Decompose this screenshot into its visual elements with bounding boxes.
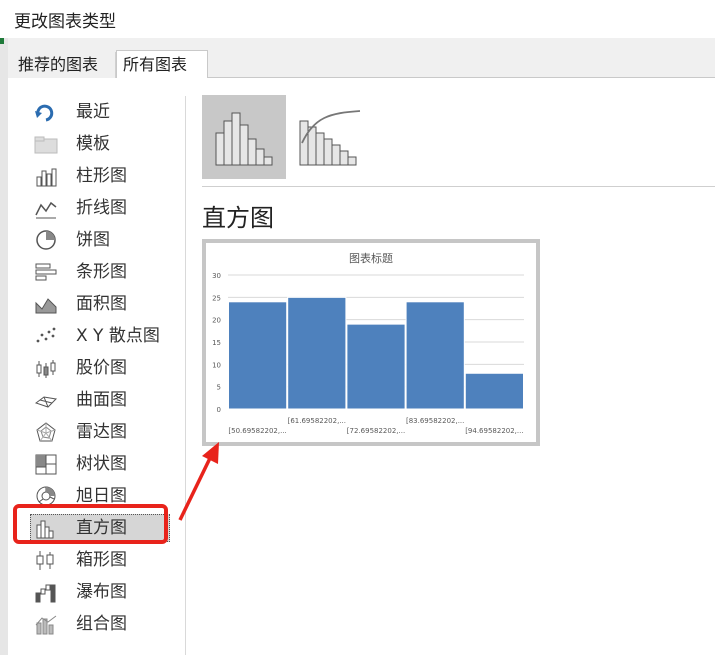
pareto-subtype-icon xyxy=(299,110,361,166)
sidebar-item-label: 条形图 xyxy=(76,262,127,282)
sidebar-item-label: 柱形图 xyxy=(76,166,127,186)
surface-chart-icon xyxy=(34,396,58,408)
sidebar-item-bar-chart[interactable]: 条形图 xyxy=(22,258,172,286)
sidebar-item-label: 最近 xyxy=(76,102,110,122)
sidebar-item-label: 箱形图 xyxy=(76,550,127,570)
sidebar-item-label: 饼图 xyxy=(76,230,110,250)
x-tick-label: [50.69582202,... xyxy=(228,427,286,435)
scatter-chart-icon xyxy=(36,327,56,343)
sidebar-item-area-chart[interactable]: 面积图 xyxy=(22,290,172,318)
y-tick-label: 15 xyxy=(212,339,221,347)
sidebar-item-label: X Y 散点图 xyxy=(76,326,160,346)
bar-chart-icon xyxy=(35,263,57,281)
sidebar-item-column-chart[interactable]: 柱形图 xyxy=(22,162,172,190)
sidebar-item-pie-chart[interactable]: 饼图 xyxy=(22,226,172,254)
sidebar-item-scatter-chart[interactable]: X Y 散点图 xyxy=(22,322,172,350)
sidebar-item-waterfall-chart[interactable]: 瀑布图 xyxy=(22,578,172,606)
sidebar-item-label: 雷达图 xyxy=(76,422,127,442)
histogram-subtype-icon xyxy=(215,112,273,166)
tab-all-charts[interactable]: 所有图表 xyxy=(116,50,208,78)
sidebar-item-line-chart[interactable]: 折线图 xyxy=(22,194,172,222)
chart-type-heading: 直方图 xyxy=(202,204,274,232)
sidebar-item-surface-chart[interactable]: 曲面图 xyxy=(22,386,172,414)
window-title: 更改图表类型 xyxy=(14,12,116,32)
sidebar-item-label: 面积图 xyxy=(76,294,127,314)
x-tick-label: [83.69582202,... xyxy=(406,417,464,425)
y-tick-label: 10 xyxy=(212,361,221,369)
annotation-arrow xyxy=(178,442,219,521)
x-tick-label: [94.69582202,... xyxy=(465,427,523,435)
subtype-divider xyxy=(202,186,715,187)
box-chart-icon xyxy=(36,551,54,570)
sidebar-item-label: 股价图 xyxy=(76,358,127,378)
y-tick-label: 5 xyxy=(217,384,221,392)
sidebar-item-label: 曲面图 xyxy=(76,390,127,410)
folder-icon xyxy=(34,136,58,154)
combo-chart-icon xyxy=(35,615,57,635)
sidebar-item-label: 模板 xyxy=(76,134,110,154)
stock-chart-icon xyxy=(36,360,56,378)
sidebar-item-label: 组合图 xyxy=(76,614,127,634)
histogram-bar xyxy=(346,323,406,410)
line-chart-icon xyxy=(35,201,57,219)
sidebar-item-folder[interactable]: 模板 xyxy=(22,130,172,158)
sidebar-item-recent[interactable]: 最近 xyxy=(22,98,172,126)
histogram-preview-chart: 图表标题 0 5 10 15 20 25 30 [50.69582202,...[61.6958… xyxy=(212,251,524,435)
histogram-bar xyxy=(228,301,288,410)
y-tick-label: 30 xyxy=(212,272,221,280)
sidebar-item-label: 折线图 xyxy=(76,198,127,218)
sidebar-item-label: 树状图 xyxy=(76,454,127,474)
chart-title: 图表标题 xyxy=(349,251,393,265)
sidebar-item-label: 瀑布图 xyxy=(76,582,127,602)
highlight-box xyxy=(13,504,168,544)
radar-chart-icon xyxy=(36,422,56,442)
tab-bar: 推荐的图表 所有图表 xyxy=(8,38,715,78)
sidebar-divider xyxy=(185,96,186,655)
y-tick-label: 20 xyxy=(212,317,221,325)
sidebar-item-stock-chart[interactable]: 股价图 xyxy=(22,354,172,382)
histogram-bar xyxy=(287,296,347,410)
treemap-chart-icon xyxy=(35,454,57,475)
pie-chart-icon xyxy=(36,230,56,250)
chart-preview: 图表标题 0 5 10 15 20 25 30 [50.69582202,... [61.6958… xyxy=(202,239,540,446)
title-bar: 更改图表类型 xyxy=(0,0,715,38)
tab-recommended-charts[interactable]: 推荐的图表 xyxy=(12,52,116,78)
sidebar-item-treemap-chart[interactable]: 树状图 xyxy=(22,450,172,478)
y-tick-label: 25 xyxy=(212,294,221,302)
histogram-bar xyxy=(464,372,524,410)
column-chart-icon xyxy=(36,168,57,187)
sidebar-item-radar-chart[interactable]: 雷达图 xyxy=(22,418,172,446)
recent-icon xyxy=(35,104,54,122)
area-chart-icon xyxy=(35,298,57,314)
subtype-pareto[interactable] xyxy=(294,95,378,179)
waterfall-chart-icon xyxy=(35,584,56,603)
sidebar-item-combo-chart[interactable]: 组合图 xyxy=(22,610,172,638)
left-edge-strip xyxy=(0,38,8,655)
subtype-histogram[interactable] xyxy=(202,95,286,179)
x-tick-label: [72.69582202,... xyxy=(347,427,405,435)
y-tick-label: 0 xyxy=(217,406,221,414)
sidebar-item-box-chart[interactable]: 箱形图 xyxy=(22,546,172,574)
histogram-bar xyxy=(405,301,465,410)
x-tick-label: [61.69582202,... xyxy=(288,417,346,425)
